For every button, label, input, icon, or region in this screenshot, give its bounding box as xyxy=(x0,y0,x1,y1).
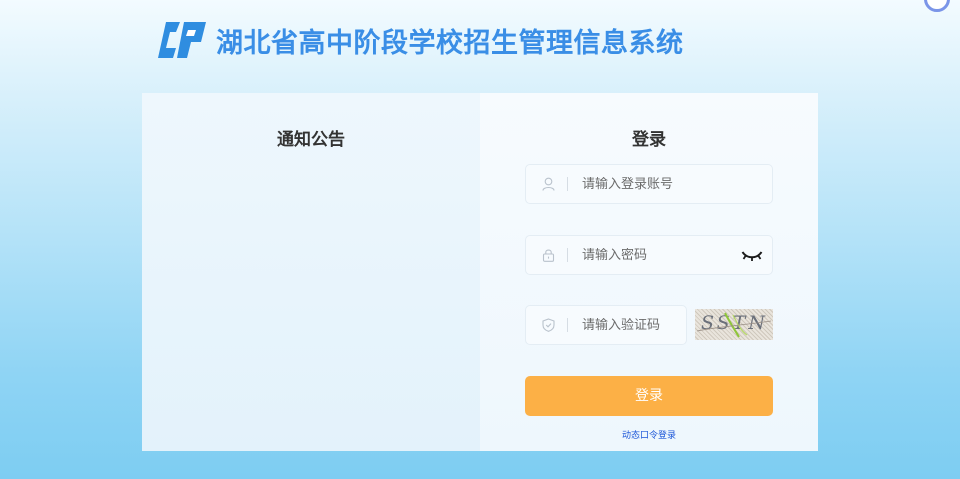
login-title: 登录 xyxy=(632,130,666,150)
site-header: 湖北省高中阶段学校招生管理信息系统 xyxy=(158,16,684,64)
login-button[interactable]: 登录 xyxy=(525,376,773,416)
user-icon xyxy=(541,177,555,191)
field-divider xyxy=(567,248,568,262)
login-panel: 登录 请输入登录账号 请输入验证码 SSTN 登录 动态口令登录 xyxy=(480,93,818,451)
password-field[interactable] xyxy=(525,235,773,275)
password-input[interactable] xyxy=(582,247,722,263)
shield-icon xyxy=(541,318,555,332)
account-field[interactable] xyxy=(525,164,773,204)
notice-panel: 通知公告 xyxy=(142,93,480,451)
captcha-field[interactable] xyxy=(525,305,687,345)
captcha-image[interactable]: SSTN xyxy=(695,309,773,340)
account-input[interactable] xyxy=(582,176,722,192)
cp-logo-icon xyxy=(158,22,206,58)
main-card: 通知公告 登录 请输入登录账号 请输入验证码 SSTN 登录 动态口令登录 xyxy=(142,93,818,451)
site-title: 湖北省高中阶段学校招生管理信息系统 xyxy=(216,27,684,59)
corner-avatar-icon[interactable] xyxy=(924,0,950,12)
lock-icon xyxy=(541,248,555,262)
field-divider xyxy=(567,177,568,191)
otp-login-link[interactable]: 动态口令登录 xyxy=(480,428,818,441)
captcha-input[interactable] xyxy=(582,317,682,333)
field-divider xyxy=(567,318,568,332)
eye-closed-icon[interactable] xyxy=(741,248,763,262)
notice-title: 通知公告 xyxy=(277,130,345,150)
